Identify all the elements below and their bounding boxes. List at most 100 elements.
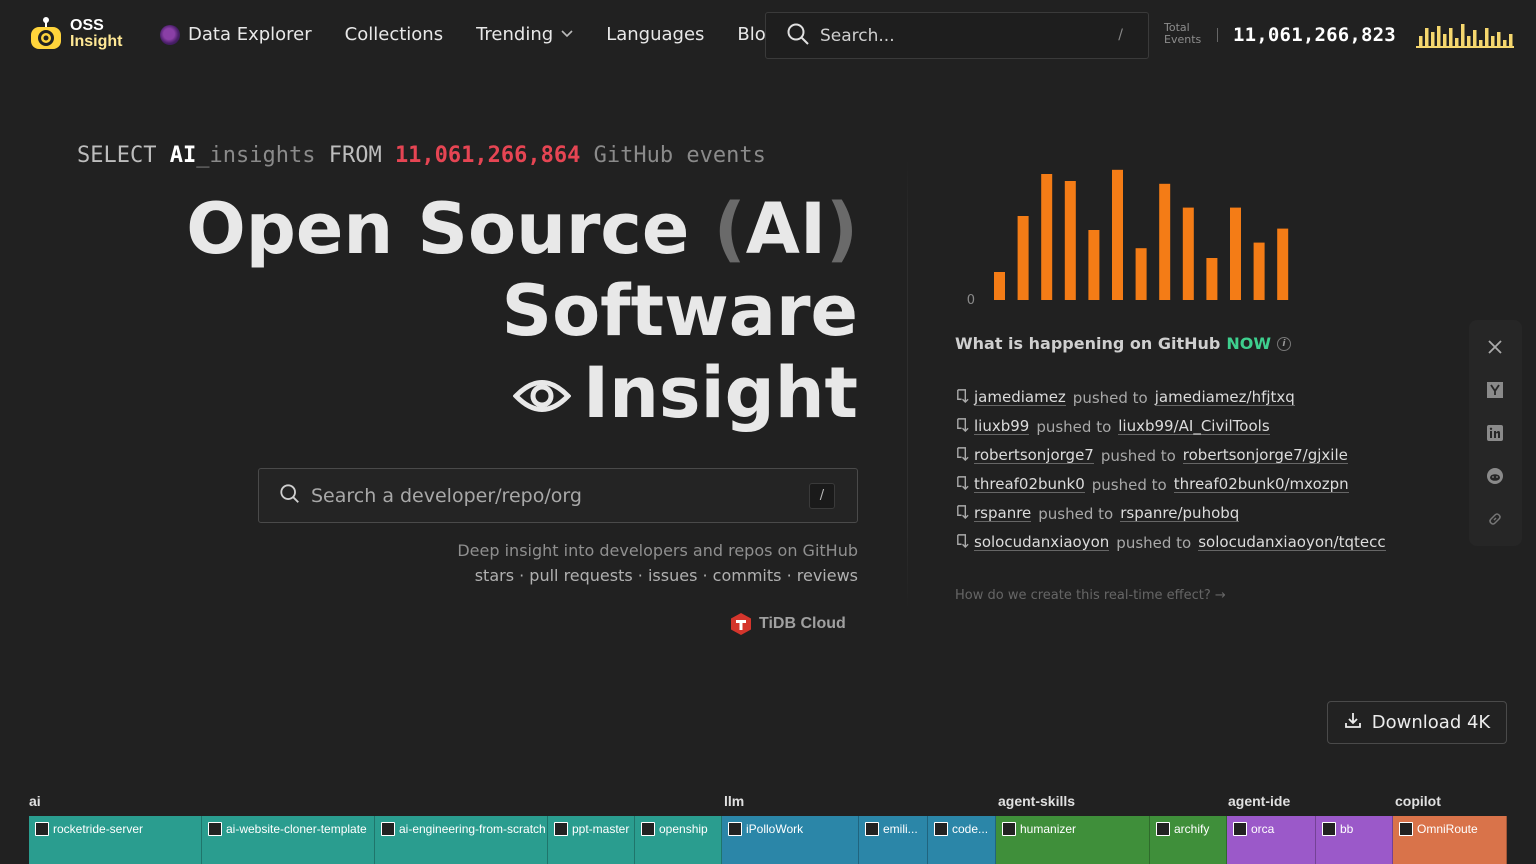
treemap-repo-tile[interactable]: OmniRoute [1393,816,1507,864]
chart-bar [1159,183,1171,300]
treemap-repo-tile[interactable]: humanizer [996,816,1150,864]
live-event-list: jamediamez pushed to jamediamez/hfjtxq l… [955,383,1386,557]
event-action: pushed to [1036,417,1112,436]
event-user-link[interactable]: liuxb99 [974,418,1030,435]
push-icon [955,504,970,523]
hackernews-icon[interactable] [1484,379,1506,401]
tile-label: code... [952,822,989,836]
event-user-link[interactable]: solocudanxiaoyon [974,534,1110,551]
push-icon [955,475,970,494]
sql-from: FROM [328,143,382,168]
push-icon [955,388,970,407]
event-row: jamediamez pushed to jamediamez/hfjtxq [955,383,1386,412]
event-row: robertsonjorge7 pushed to robertsonjorge… [955,441,1386,470]
event-user-link[interactable]: jamediamez [974,389,1066,406]
chart-bar [1017,216,1029,300]
treemap-group-label: llm [724,793,745,809]
logo-line1: OSS [70,17,104,34]
chevron-down-icon [561,28,573,41]
live-section-title: What is happening on GitHub NOW i [955,334,1291,353]
event-user-link[interactable]: rspanre [974,505,1032,522]
event-user-link[interactable]: threaf02bunk0 [974,476,1085,493]
repo-avatar [1002,822,1016,836]
event-action: pushed to [1038,504,1114,523]
sql-event-count: 11,061,266,864 [394,143,581,168]
title-ai: AI [745,188,826,270]
hero-title-line3: Insight [186,352,858,434]
x-icon[interactable] [1484,336,1506,358]
treemap-repo-tile[interactable]: rocketride-server [29,816,202,864]
event-user-link[interactable]: robertsonjorge7 [974,447,1094,464]
tile-label: archify [1174,822,1210,836]
nav-data-explorer[interactable]: Data Explorer [160,24,312,45]
nav-languages[interactable]: Languages [606,24,704,45]
total-label-line2: Events [1164,33,1202,46]
repo-avatar [1399,822,1413,836]
download-label: Download 4K [1371,712,1491,733]
nav-label: Collections [344,24,444,45]
event-repo-link[interactable]: threaf02bunk0/mxozpn [1173,476,1349,493]
how-realtime-link[interactable]: How do we create this real-time effect? … [955,588,1226,603]
event-repo-link[interactable]: liuxb99/AI_CivilTools [1118,418,1270,435]
event-action: pushed to [1116,533,1192,552]
header-search-input[interactable]: Search... / [765,12,1149,59]
chart-bar [1206,258,1218,300]
treemap-repo-tile[interactable]: ai-website-cloner-template [202,816,375,864]
tidb-icon [731,613,751,635]
treemap-group-label: ai [29,793,41,809]
event-repo-link[interactable]: solocudanxiaoyon/tqtecc [1198,534,1386,551]
reddit-icon[interactable] [1484,465,1506,487]
live-events-bar-chart: 0 [967,169,1289,308]
treemap-group-label: agent-ide [1228,793,1291,809]
live-title-text: What is happening on GitHub [955,334,1221,353]
repo-avatar [641,822,655,836]
event-repo-link[interactable]: jamediamez/hfjtxq [1154,389,1295,406]
treemap-repo-tile[interactable]: bb [1316,816,1393,864]
chart-bar [1182,207,1194,300]
tagline-line2: stars · pull requests · issues · commits… [474,566,858,585]
hero-search-input[interactable]: Search a developer/repo/org / [258,468,858,523]
event-repo-link[interactable]: rspanre/puhobq [1120,505,1240,522]
data-explorer-icon [160,24,180,45]
hero-title-line1: Open Source (AI) [186,188,858,270]
chart-bar [1277,228,1289,300]
repo-avatar [381,822,395,836]
main-nav: Data Explorer Collections Trending Langu… [160,24,810,45]
event-action: pushed to [1100,446,1176,465]
tile-label: ai-website-cloner-template [226,822,367,836]
total-events-value: 11,061,266,823 [1233,24,1396,46]
event-row: liuxb99 pushed to liuxb99/AI_CivilTools [955,412,1386,441]
chart-bar [1088,230,1100,300]
treemap-repo-tile[interactable]: openship [635,816,722,864]
repo-avatar [1156,822,1170,836]
chart-bar [1041,174,1053,300]
oss-insight-logo[interactable]: OSS Insight [28,16,122,52]
tagline-line1: Deep insight into developers and repos o… [457,541,858,560]
treemap-repo-tile[interactable]: ai-engineering-from-scratch [375,816,548,864]
treemap-repo-tile[interactable]: orca [1227,816,1316,864]
info-icon[interactable]: i [1276,336,1291,351]
tile-label: iPolloWork [746,822,804,836]
treemap-repo-tile[interactable]: iPolloWork [722,816,859,864]
download-4k-button[interactable]: Download 4K [1327,701,1507,744]
repo-avatar [208,822,222,836]
treemap-repo-tile[interactable]: code... [928,816,996,864]
treemap-repo-tile[interactable]: archify [1150,816,1227,864]
header-search-placeholder: Search... [820,25,895,46]
title-paren-close: ) [826,188,858,270]
event-repo-link[interactable]: robertsonjorge7/gjxile [1182,447,1348,464]
nav-collections[interactable]: Collections [345,24,443,45]
repo-avatar [934,822,948,836]
treemap-repo-tile[interactable]: ppt-master [548,816,635,864]
link-icon[interactable] [1484,508,1506,530]
linkedin-icon[interactable] [1484,422,1506,444]
title-open-source: Open Source [186,188,690,270]
tile-label: humanizer [1020,822,1077,836]
nav-trending[interactable]: Trending [476,24,573,45]
chart-bar [1230,207,1241,300]
treemap-repo-tile[interactable]: emili... [859,816,928,864]
tidb-cloud-logo[interactable]: TiDB Cloud [729,612,846,636]
eye-icon [512,352,572,434]
event-row: solocudanxiaoyon pushed to solocudanxiao… [955,528,1386,557]
repo-avatar [35,822,49,836]
